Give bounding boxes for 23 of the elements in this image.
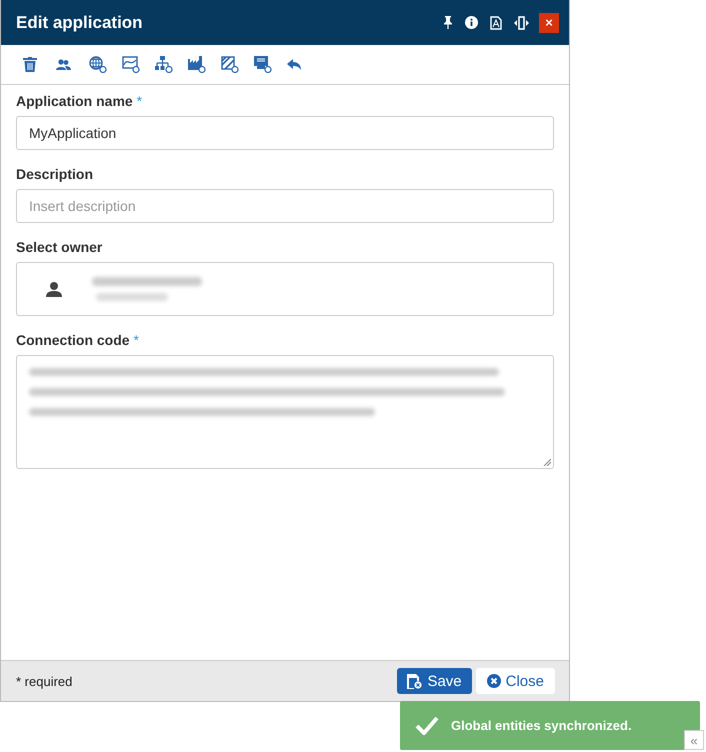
field-label: Connection code * [16, 332, 140, 348]
save-button[interactable]: Save [397, 668, 472, 694]
owner-field[interactable] [16, 262, 554, 316]
text-field[interactable]: MyApplication [16, 116, 554, 150]
field-label: Application name * [16, 93, 144, 109]
window-title: Edit application [16, 12, 143, 32]
resize-icon[interactable] [512, 14, 531, 32]
field-label: Description [16, 166, 94, 182]
close-icon [486, 674, 501, 688]
required-note: * required [16, 674, 72, 688]
text-field[interactable]: Insert description [16, 189, 554, 223]
toast-message: Global entities synchronized. [451, 718, 632, 733]
close-button[interactable]: × [539, 12, 559, 32]
resize-grip-icon[interactable] [543, 458, 551, 466]
collapse-button[interactable]: « [684, 730, 704, 750]
pin-icon[interactable] [441, 14, 455, 31]
close-button[interactable]: Close [476, 668, 555, 694]
field-label: Select owner [16, 239, 104, 255]
checkmark-icon [415, 716, 439, 735]
pdf-icon[interactable] [488, 14, 504, 32]
save-icon [407, 674, 422, 688]
user-icon [46, 281, 62, 297]
info-icon[interactable] [463, 14, 480, 31]
